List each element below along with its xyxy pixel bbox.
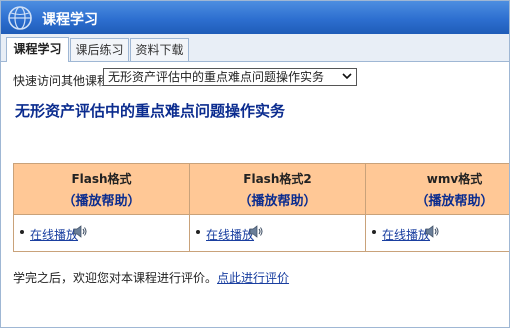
playback-help-link[interactable]: （播放帮助） <box>190 190 365 209</box>
bullet-icon <box>20 230 24 234</box>
speaker-icon[interactable] <box>248 224 263 239</box>
evaluate-link[interactable]: 点此进行评价 <box>217 271 289 285</box>
course-select[interactable]: 无形资产评估中的重点难点问题操作实务 <box>103 68 357 86</box>
evaluation-text: 学完之后，欢迎您对本课程进行评价。 <box>13 271 218 285</box>
format-body-row: 在线播放 在线播放 在线播放 <box>13 214 509 252</box>
tab-exercises[interactable]: 课后练习 <box>70 38 129 61</box>
format-body-cell: 在线播放 <box>189 214 366 252</box>
course-title: 无形资产评估中的重点难点问题操作实务 <box>15 102 286 120</box>
title-bar: 课程学习 <box>1 1 509 34</box>
tab-course-study[interactable]: 课程学习 <box>6 37 69 62</box>
bullet-icon <box>372 230 376 234</box>
format-body-cell: 在线播放 <box>13 214 190 252</box>
playback-help-link[interactable]: （播放帮助） <box>366 190 509 209</box>
format-name: Flash格式2 <box>243 171 312 186</box>
online-play-link[interactable]: 在线播放 <box>206 226 254 243</box>
evaluation-prompt: 学完之后，欢迎您对本课程进行评价。点此进行评价 <box>13 269 289 286</box>
window-title: 课程学习 <box>42 12 98 28</box>
format-header-cell: Flash格式 （播放帮助） <box>13 163 190 215</box>
chevron-down-icon <box>342 73 352 80</box>
tab-downloads[interactable]: 资料下载 <box>130 38 189 61</box>
format-body-cell: 在线播放 <box>365 214 509 252</box>
format-name: Flash格式 <box>71 171 132 186</box>
format-name: wmv格式 <box>426 171 483 186</box>
tab-bar: 课程学习 课后练习 资料下载 <box>1 34 509 62</box>
online-play-link[interactable]: 在线播放 <box>382 226 430 243</box>
course-window: 课程学习 课程学习 课后练习 资料下载 快速访问其他课程： 无形资产评估中的重点… <box>0 0 510 328</box>
format-header-cell: wmv格式 （播放帮助） <box>365 163 509 215</box>
globe-logo-icon <box>8 6 32 30</box>
course-select-value: 无形资产评估中的重点难点问题操作实务 <box>108 70 325 84</box>
bullet-icon <box>196 230 200 234</box>
format-header-cell: Flash格式2 （播放帮助） <box>189 163 366 215</box>
format-table: Flash格式 （播放帮助） Flash格式2 （播放帮助） wmv格式 （播放… <box>13 163 509 252</box>
speaker-icon[interactable] <box>424 224 439 239</box>
format-header-row: Flash格式 （播放帮助） Flash格式2 （播放帮助） wmv格式 （播放… <box>13 163 509 215</box>
playback-help-link[interactable]: （播放帮助） <box>14 190 189 209</box>
online-play-link[interactable]: 在线播放 <box>30 226 78 243</box>
speaker-icon[interactable] <box>72 224 87 239</box>
